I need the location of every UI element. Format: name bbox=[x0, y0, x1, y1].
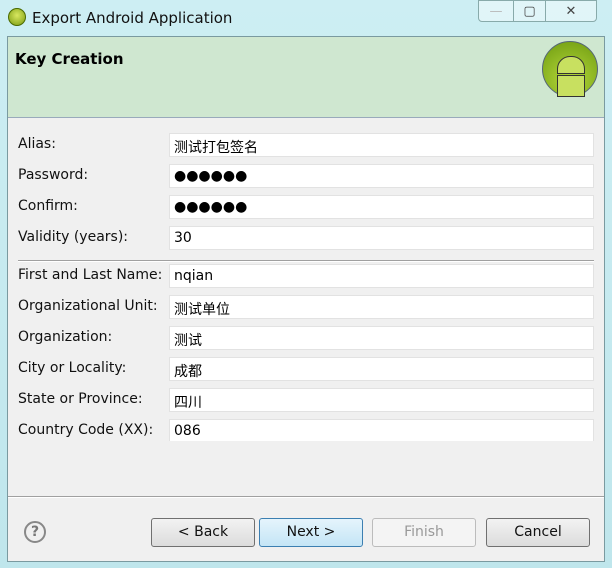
org-unit-label: Organizational Unit: bbox=[18, 298, 158, 314]
city-row: City or Locality: 成都 bbox=[18, 357, 594, 381]
country-input[interactable]: 086 bbox=[169, 419, 594, 441]
state-row: State or Province: 四川 bbox=[18, 388, 594, 412]
org-unit-input[interactable]: 测试单位 bbox=[169, 295, 594, 319]
password-row: Password: ●●●●●● bbox=[18, 164, 594, 188]
minimize-icon: — bbox=[489, 3, 503, 19]
password-label: Password: bbox=[18, 167, 89, 183]
city-input[interactable]: 成都 bbox=[169, 357, 594, 381]
password-input[interactable]: ●●●●●● bbox=[169, 164, 594, 188]
state-label: State or Province: bbox=[18, 391, 143, 407]
close-button[interactable]: ✕ bbox=[545, 0, 597, 22]
confirm-input[interactable]: ●●●●●● bbox=[169, 195, 594, 219]
wizard-dialog: Key Creation Alias: 测试打包签名 Password: ●●●●●… bbox=[7, 36, 605, 562]
separator bbox=[18, 260, 594, 262]
maximize-icon: ▢ bbox=[523, 3, 536, 19]
page-title: Key Creation bbox=[15, 50, 124, 68]
cancel-button[interactable]: Cancel bbox=[486, 518, 590, 547]
form-area: Alias: 测试打包签名 Password: ●●●●●● Confirm: ●●●… bbox=[8, 119, 604, 441]
validity-row: Validity (years): 30 bbox=[18, 226, 594, 250]
validity-input[interactable]: 30 bbox=[169, 226, 594, 250]
next-button[interactable]: Next > bbox=[259, 518, 363, 547]
help-icon[interactable]: ? bbox=[24, 521, 46, 543]
android-logo-icon bbox=[542, 41, 598, 97]
back-button[interactable]: < Back bbox=[151, 518, 255, 547]
organization-input[interactable]: 测试 bbox=[169, 326, 594, 350]
eclipse-app-icon bbox=[8, 8, 26, 26]
state-input[interactable]: 四川 bbox=[169, 388, 594, 412]
close-icon: ✕ bbox=[565, 3, 577, 19]
country-label: Country Code (XX): bbox=[18, 422, 154, 438]
organization-label: Organization: bbox=[18, 329, 113, 345]
confirm-row: Confirm: ●●●●●● bbox=[18, 195, 594, 219]
org-unit-row: Organizational Unit: 测试单位 bbox=[18, 295, 594, 319]
city-label: City or Locality: bbox=[18, 360, 127, 376]
button-bar-separator bbox=[8, 496, 604, 498]
organization-row: Organization: 测试 bbox=[18, 326, 594, 350]
confirm-label: Confirm: bbox=[18, 198, 78, 214]
name-input[interactable]: nqian bbox=[169, 264, 594, 288]
window-title: Export Android Application bbox=[32, 9, 233, 27]
title-bar: Export Android Application — ▢ ✕ bbox=[0, 0, 612, 36]
wizard-header: Key Creation bbox=[8, 37, 604, 118]
minimize-button[interactable]: — bbox=[478, 0, 514, 22]
country-row: Country Code (XX): 086 bbox=[18, 419, 594, 441]
finish-button[interactable]: Finish bbox=[372, 518, 476, 547]
name-label: First and Last Name: bbox=[18, 267, 163, 283]
alias-label: Alias: bbox=[18, 136, 56, 152]
name-row: First and Last Name: nqian bbox=[18, 264, 594, 288]
validity-label: Validity (years): bbox=[18, 229, 129, 245]
maximize-button[interactable]: ▢ bbox=[513, 0, 546, 22]
alias-row: Alias: 测试打包签名 bbox=[18, 133, 594, 157]
alias-input[interactable]: 测试打包签名 bbox=[169, 133, 594, 157]
